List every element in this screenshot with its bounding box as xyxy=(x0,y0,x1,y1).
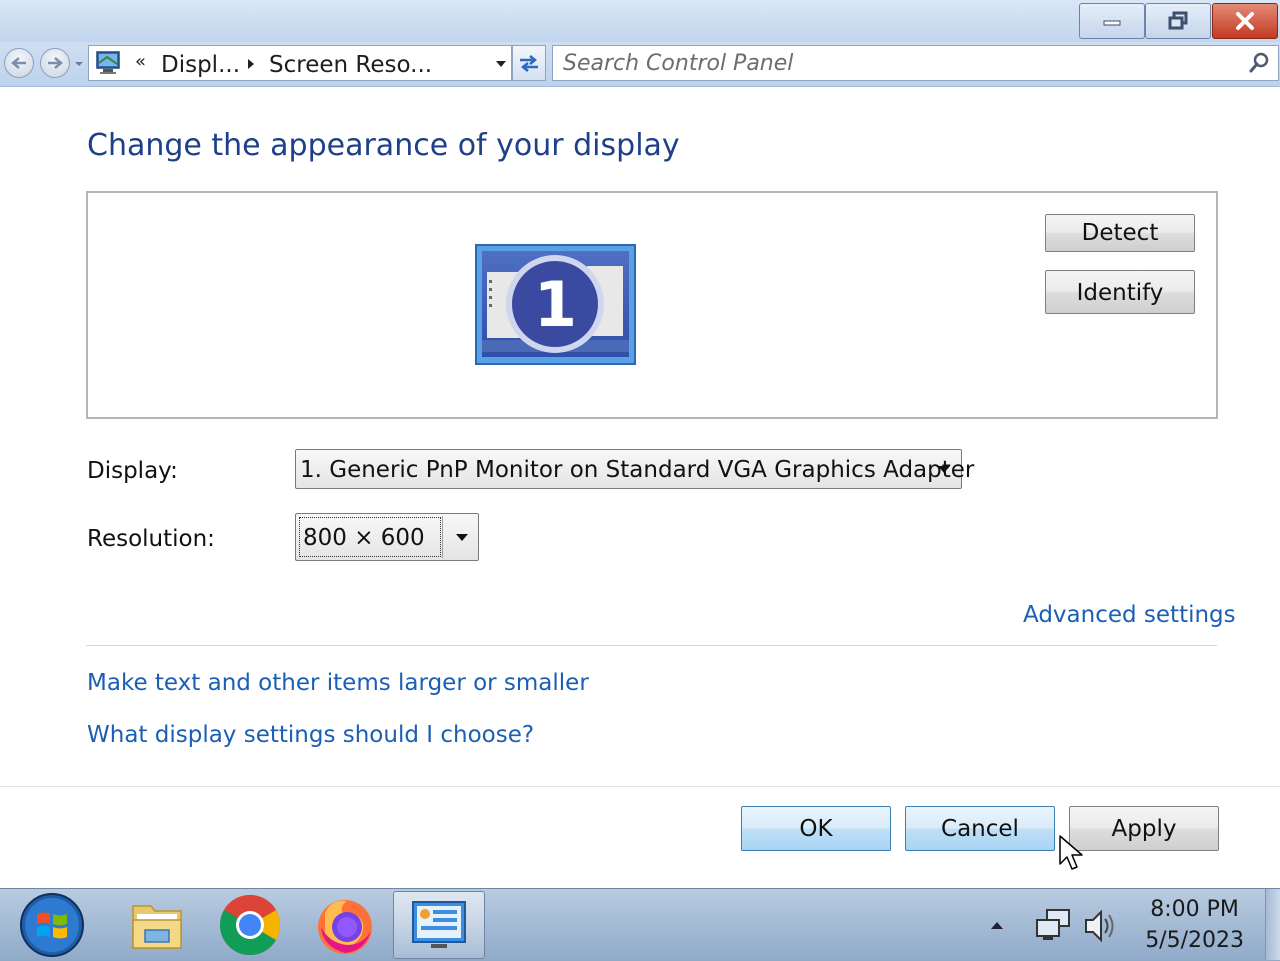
display-control-panel-icon xyxy=(96,51,120,74)
system-clock[interactable]: 8:00 PM 5/5/2023 xyxy=(1145,894,1244,956)
cancel-button[interactable]: Cancel xyxy=(905,806,1055,851)
show-hidden-icons-chevron-icon[interactable] xyxy=(990,920,1004,930)
close-button[interactable] xyxy=(1212,3,1278,39)
forward-button[interactable] xyxy=(40,48,70,78)
breadcrumb-display[interactable]: Displ... xyxy=(161,52,240,78)
firefox-icon xyxy=(318,900,372,954)
breadcrumb-screen-resolution[interactable]: Screen Reso... xyxy=(269,52,432,78)
minimize-icon xyxy=(1103,20,1121,26)
start-button[interactable] xyxy=(12,891,92,959)
content-divider xyxy=(86,645,1217,646)
search-input[interactable] xyxy=(563,50,1223,76)
ok-button[interactable]: OK xyxy=(741,806,891,851)
taskbar-chrome[interactable] xyxy=(210,891,290,959)
show-desktop-button[interactable] xyxy=(1265,889,1280,960)
back-button[interactable] xyxy=(4,48,34,78)
folder-icon xyxy=(132,905,182,949)
recent-pages-chevron-icon[interactable] xyxy=(74,60,84,68)
taskbar-file-explorer[interactable] xyxy=(117,891,197,959)
breadcrumb-overflow[interactable]: « xyxy=(135,51,146,72)
address-bar[interactable]: « Displ... Screen Reso... xyxy=(88,45,512,81)
monitor-number: 1 xyxy=(533,268,578,341)
resolution-select-value: 800 × 600 xyxy=(303,525,425,551)
refresh-icon xyxy=(520,55,538,72)
detect-button[interactable]: Detect xyxy=(1045,214,1195,252)
restore-button[interactable] xyxy=(1145,3,1211,39)
mouse-cursor-icon xyxy=(1059,835,1083,870)
text-size-link[interactable]: Make text and other items larger or smal… xyxy=(87,670,589,696)
minimize-button[interactable] xyxy=(1079,3,1145,39)
chrome-icon xyxy=(219,894,281,956)
address-history-chevron-icon[interactable] xyxy=(495,60,507,68)
resolution-select[interactable]: 800 × 600 xyxy=(295,513,479,561)
back-arrow-icon xyxy=(11,57,26,69)
resolution-label: Resolution: xyxy=(87,526,215,552)
footer-divider xyxy=(0,786,1280,787)
page-title: Change the appearance of your display xyxy=(87,128,680,163)
resolution-select-divider xyxy=(442,516,443,558)
control-panel-screen-resolution-icon xyxy=(412,901,466,948)
taskbar-firefox[interactable] xyxy=(305,891,385,959)
windows-start-orb-icon xyxy=(20,893,84,957)
clock-time: 8:00 PM xyxy=(1150,897,1239,922)
display-select[interactable]: 1. Generic PnP Monitor on Standard VGA G… xyxy=(295,449,974,489)
forward-arrow-icon xyxy=(48,57,63,69)
taskbar-control-panel-active[interactable] xyxy=(393,891,485,959)
apply-button[interactable]: Apply xyxy=(1069,806,1219,851)
refresh-button[interactable] xyxy=(512,45,546,81)
display-label: Display: xyxy=(87,458,178,484)
advanced-settings-link[interactable]: Advanced settings xyxy=(1023,602,1236,628)
identify-button[interactable]: Identify xyxy=(1045,270,1195,314)
display-dropdown-arrow-icon xyxy=(938,466,950,473)
volume-icon[interactable] xyxy=(1083,908,1119,944)
restore-icon xyxy=(1168,11,1188,30)
display-select-value: 1. Generic PnP Monitor on Standard VGA G… xyxy=(300,457,975,483)
display-help-link[interactable]: What display settings should I choose? xyxy=(87,722,534,748)
breadcrumb-separator-icon[interactable] xyxy=(247,58,255,70)
clock-date: 5/5/2023 xyxy=(1145,928,1244,953)
close-icon xyxy=(1236,12,1254,30)
resolution-dropdown-arrow-icon xyxy=(456,534,468,541)
search-box[interactable] xyxy=(552,45,1279,81)
search-icon[interactable] xyxy=(1248,52,1270,74)
network-icon[interactable] xyxy=(1035,906,1071,944)
